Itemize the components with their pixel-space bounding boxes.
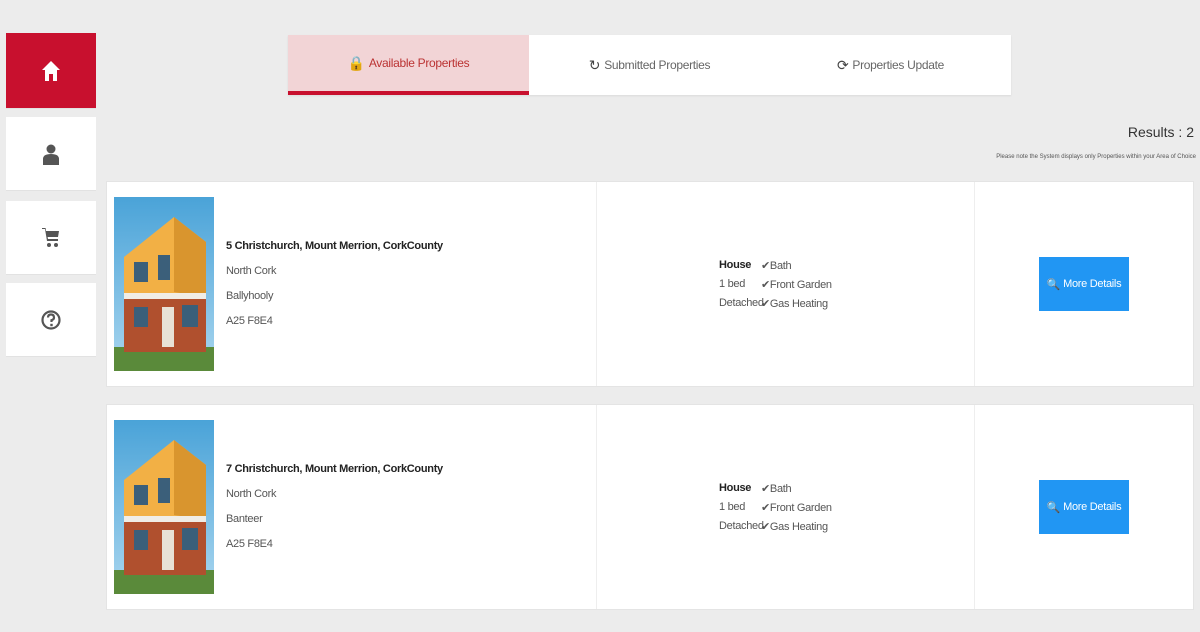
property-summary: 7 Christchurch, Mount Merrion, CorkCount… <box>107 405 597 609</box>
feature-bath: ✔Bath <box>761 482 792 495</box>
feature-bath: ✔Bath <box>761 259 792 272</box>
property-town: Banteer <box>226 513 263 525</box>
more-details-button[interactable]: 🔍 More Details <box>1039 480 1129 534</box>
property-region: North Cork <box>226 488 277 500</box>
refresh-icon: ↻ <box>588 56 601 73</box>
property-photo <box>114 197 214 371</box>
home-icon <box>42 60 60 81</box>
cart-icon <box>42 227 59 247</box>
property-address: 7 Christchurch, Mount Merrion, CorkCount… <box>226 463 443 475</box>
more-details-button[interactable]: 🔍 More Details <box>1039 257 1129 311</box>
property-actions: 🔍 More Details <box>975 182 1193 386</box>
user-icon <box>43 144 59 165</box>
tab-properties-update[interactable]: ⟳ Properties Update <box>770 35 1011 95</box>
property-address: 5 Christchurch, Mount Merrion, CorkCount… <box>226 240 443 252</box>
property-card: 5 Christchurch, Mount Merrion, CorkCount… <box>106 181 1194 387</box>
area-note: Please note the System displays only Pro… <box>996 154 1196 160</box>
property-beds: 1 bed <box>719 277 746 290</box>
property-summary: 5 Christchurch, Mount Merrion, CorkCount… <box>107 182 597 386</box>
sidebar <box>6 33 96 365</box>
sidebar-help-button[interactable] <box>6 283 96 357</box>
property-style: Detached <box>719 519 764 532</box>
sync-icon: ⟳ <box>836 56 849 73</box>
tab-available-properties[interactable]: 🔒 Available Properties <box>288 35 529 95</box>
feature-front-garden: ✔Front Garden <box>761 501 832 514</box>
property-card: 7 Christchurch, Mount Merrion, CorkCount… <box>106 404 1194 610</box>
property-actions: 🔍 More Details <box>975 405 1193 609</box>
tab-label: Properties Update <box>852 58 945 72</box>
tab-submitted-properties[interactable]: ↻ Submitted Properties <box>529 35 770 95</box>
feature-gas-heating: ✔Gas Heating <box>761 297 828 310</box>
property-photo <box>114 420 214 594</box>
lock-icon: 🔒 <box>347 54 365 71</box>
property-town: Ballyhooly <box>226 290 274 302</box>
tab-label: Submitted Properties <box>604 58 711 72</box>
property-type: House <box>719 258 752 271</box>
tab-label: Available Properties <box>368 56 470 70</box>
property-tabs: 🔒 Available Properties ↻ Submitted Prope… <box>288 35 1011 95</box>
sidebar-user-button[interactable] <box>6 117 96 191</box>
button-label: More Details <box>1063 501 1122 513</box>
property-beds: 1 bed <box>719 500 746 513</box>
property-features: House ✔Bath 1 bed ✔Front Garden Detached… <box>597 405 975 609</box>
search-icon: 🔍 <box>1046 501 1061 514</box>
property-eircode: A25 F8E4 <box>226 315 273 327</box>
property-info: 7 Christchurch, Mount Merrion, CorkCount… <box>226 457 443 557</box>
property-type: House <box>719 481 752 494</box>
property-eircode: A25 F8E4 <box>226 538 273 550</box>
feature-gas-heating: ✔Gas Heating <box>761 520 828 533</box>
sidebar-home-button[interactable] <box>6 33 96 109</box>
results-count: Results : 2 <box>1127 124 1194 140</box>
property-features: House ✔Bath 1 bed ✔Front Garden Detached… <box>597 182 975 386</box>
property-info: 5 Christchurch, Mount Merrion, CorkCount… <box>226 234 443 334</box>
button-label: More Details <box>1063 278 1122 290</box>
property-region: North Cork <box>226 265 277 277</box>
feature-front-garden: ✔Front Garden <box>761 278 832 291</box>
sidebar-cart-button[interactable] <box>6 201 96 275</box>
help-icon <box>41 309 61 330</box>
search-icon: 🔍 <box>1046 278 1061 291</box>
property-style: Detached <box>719 296 764 309</box>
